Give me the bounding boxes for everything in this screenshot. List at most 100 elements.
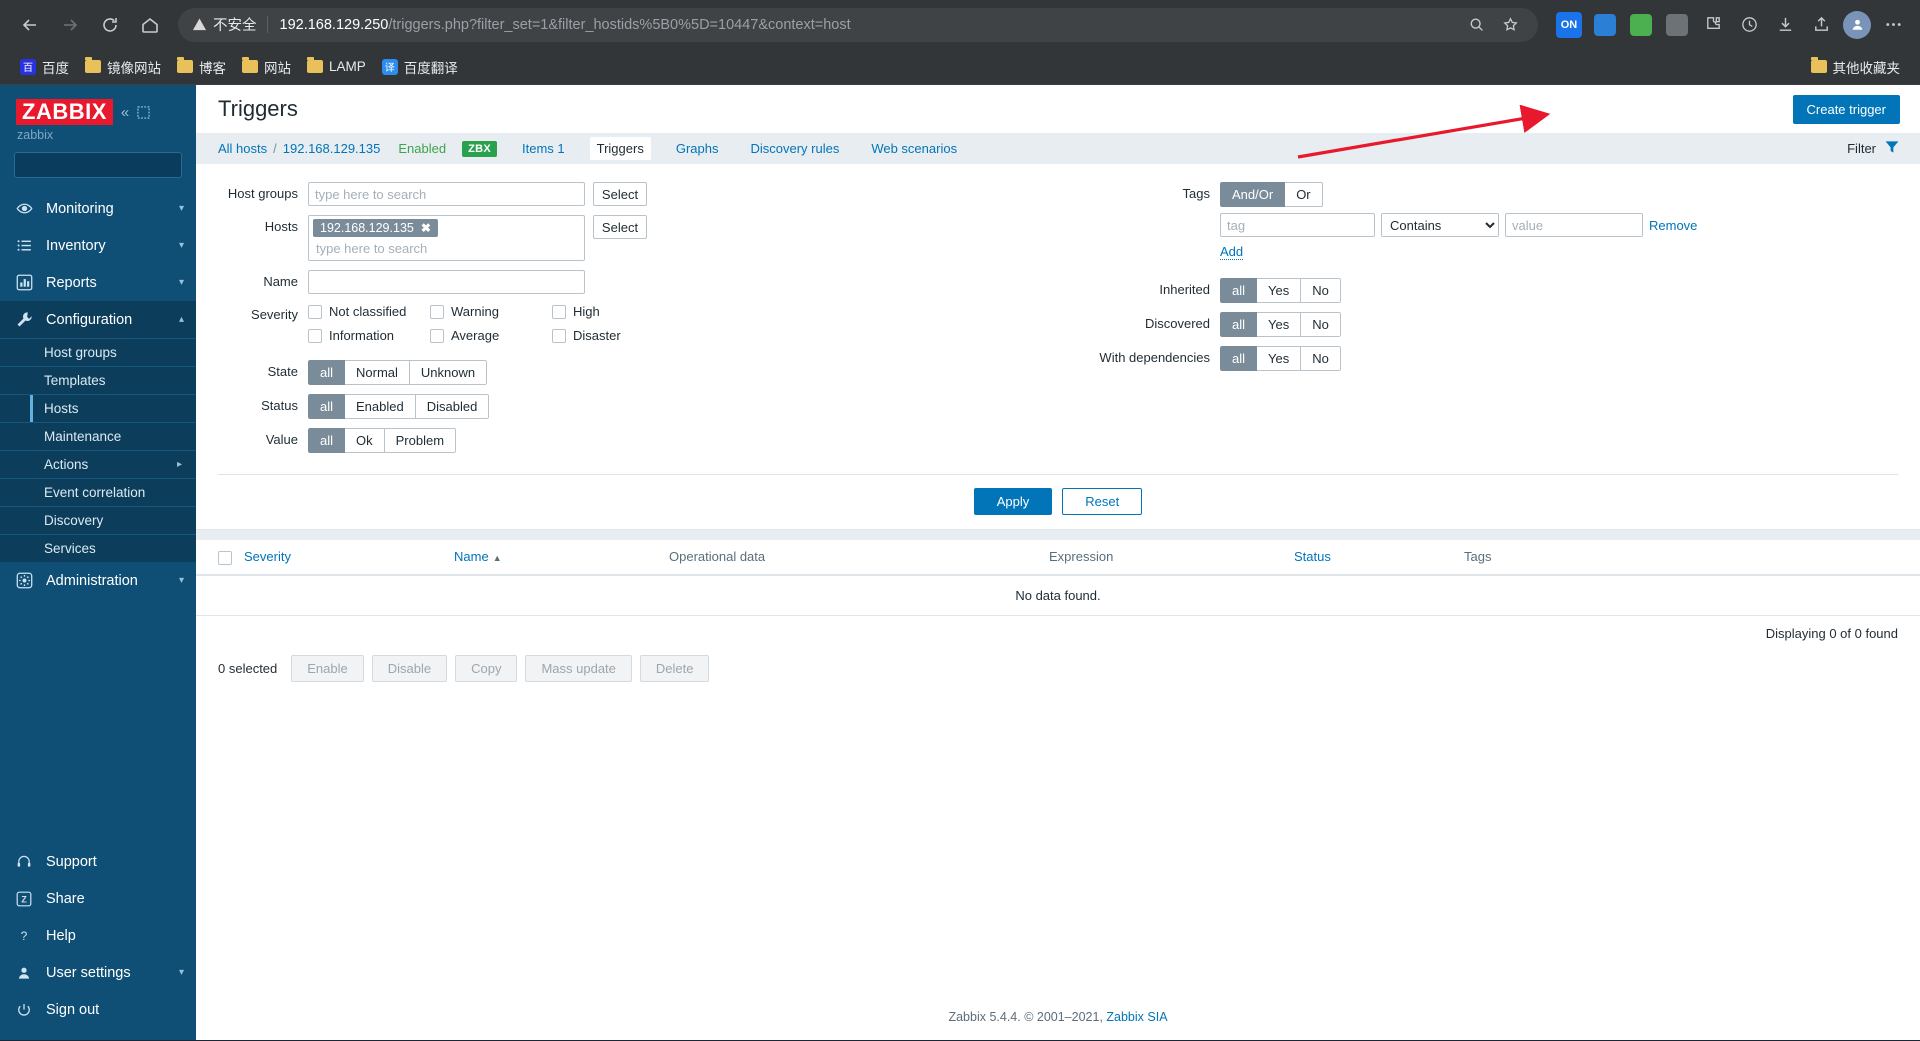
- tag-condition-select[interactable]: Contains Equals Does not contain Does no…: [1381, 213, 1499, 237]
- sidebar-item-configuration[interactable]: Configuration ▴: [0, 301, 196, 339]
- bookmark-item[interactable]: 博客: [169, 53, 234, 81]
- discovered-option-no[interactable]: No: [1301, 312, 1341, 337]
- state-option-all[interactable]: all: [308, 360, 346, 385]
- mass-update-button[interactable]: Mass update: [525, 654, 632, 682]
- checkbox[interactable]: [552, 305, 566, 319]
- back-button[interactable]: [10, 5, 50, 45]
- sidebar-item-help[interactable]: ? Help: [0, 917, 196, 954]
- search-input[interactable]: [14, 152, 215, 179]
- zabbix-logo[interactable]: ZABBIX: [16, 99, 113, 126]
- tab-triggers[interactable]: Triggers: [589, 137, 651, 160]
- extension-on-icon[interactable]: ON: [1552, 8, 1586, 42]
- state-option-unknown[interactable]: Unknown: [409, 360, 488, 385]
- delete-button[interactable]: Delete: [639, 654, 710, 682]
- select-all-checkbox[interactable]: [218, 550, 232, 565]
- extension-puzzle-icon[interactable]: [1696, 8, 1730, 42]
- status-option-all[interactable]: all: [308, 394, 346, 419]
- breadcrumb-host[interactable]: 192.168.129.135: [283, 141, 381, 156]
- breadcrumb-all-hosts[interactable]: All hosts: [218, 141, 267, 156]
- checkbox[interactable]: [308, 329, 322, 343]
- severity-high[interactable]: High: [552, 303, 674, 321]
- sidebar-item-services[interactable]: Services: [0, 534, 196, 563]
- sidebar-item-actions[interactable]: Actions ▸: [0, 450, 196, 479]
- filter-toggle[interactable]: Filter: [1847, 139, 1900, 158]
- discovered-option-yes[interactable]: Yes: [1257, 312, 1302, 337]
- close-icon[interactable]: ✖: [421, 221, 431, 235]
- host-groups-input[interactable]: [308, 182, 585, 206]
- tab-graphs[interactable]: Graphs: [669, 137, 726, 160]
- browser-menu-icon[interactable]: [1876, 8, 1910, 42]
- bookmark-item[interactable]: 镜像网站: [77, 53, 169, 81]
- extension-grey-icon[interactable]: [1660, 8, 1694, 42]
- collapse-sidebar-icon[interactable]: «: [121, 104, 129, 121]
- bookmark-item[interactable]: 译 百度翻译: [374, 53, 466, 81]
- forward-button[interactable]: [50, 5, 90, 45]
- severity-not-classified[interactable]: Not classified: [308, 303, 430, 321]
- reset-button[interactable]: Reset: [1062, 488, 1143, 515]
- footer-link[interactable]: Zabbix SIA: [1106, 1010, 1167, 1024]
- severity-warning[interactable]: Warning: [430, 303, 552, 321]
- with-dependencies-option-no[interactable]: No: [1301, 346, 1341, 371]
- with-dependencies-option-yes[interactable]: Yes: [1257, 346, 1302, 371]
- sidebar-item-hosts[interactable]: Hosts: [0, 394, 196, 423]
- sidebar-item-reports[interactable]: Reports ▾: [0, 264, 196, 301]
- sidebar-item-sign-out[interactable]: Sign out: [0, 991, 196, 1028]
- column-severity[interactable]: Severity: [238, 540, 448, 576]
- status-option-disabled[interactable]: Disabled: [415, 394, 490, 419]
- copy-button[interactable]: Copy: [455, 654, 518, 682]
- sidebar-item-host-groups[interactable]: Host groups: [0, 338, 196, 367]
- host-groups-select-button[interactable]: Select: [593, 182, 647, 206]
- tag-add-link[interactable]: Add: [1220, 244, 1244, 260]
- hosts-select-button[interactable]: Select: [593, 215, 647, 239]
- sidebar-item-event-correlation[interactable]: Event correlation: [0, 478, 196, 507]
- bookmark-item[interactable]: 百 百度: [12, 53, 77, 81]
- hide-sidebar-icon[interactable]: [137, 105, 150, 119]
- bookmark-star-icon[interactable]: [1496, 11, 1524, 39]
- profile-avatar[interactable]: [1840, 8, 1874, 42]
- value-option-all[interactable]: all: [308, 428, 346, 453]
- reload-button[interactable]: [90, 5, 130, 45]
- tag-remove-link[interactable]: Remove: [1649, 218, 1697, 233]
- sidebar-item-templates[interactable]: Templates: [0, 366, 196, 395]
- other-bookmarks[interactable]: 其他收藏夹: [1803, 53, 1909, 81]
- value-option-ok[interactable]: Ok: [345, 428, 385, 453]
- tag-value-input[interactable]: [1505, 213, 1643, 237]
- apply-button[interactable]: Apply: [973, 488, 1053, 515]
- extension-blue-icon[interactable]: [1588, 8, 1622, 42]
- host-chip[interactable]: 192.168.129.135 ✖: [313, 219, 438, 237]
- search-icon[interactable]: [1462, 11, 1490, 39]
- checkbox[interactable]: [552, 329, 566, 343]
- sidebar-item-administration[interactable]: Administration ▾: [0, 562, 196, 599]
- severity-average[interactable]: Average: [430, 327, 552, 345]
- tags-operator-andor[interactable]: And/Or: [1220, 182, 1286, 207]
- checkbox[interactable]: [430, 329, 444, 343]
- sidebar-item-maintenance[interactable]: Maintenance: [0, 422, 196, 451]
- create-trigger-button[interactable]: Create trigger: [1792, 94, 1900, 124]
- tab-web-scenarios[interactable]: Web scenarios: [864, 137, 964, 160]
- bookmark-item[interactable]: 网站: [234, 53, 299, 81]
- history-icon[interactable]: [1732, 8, 1766, 42]
- discovered-option-all[interactable]: all: [1220, 312, 1258, 337]
- state-option-normal[interactable]: Normal: [345, 360, 410, 385]
- sidebar-item-support[interactable]: Support: [0, 843, 196, 880]
- checkbox[interactable]: [308, 305, 322, 319]
- inherited-option-no[interactable]: No: [1301, 278, 1341, 303]
- tab-discovery-rules[interactable]: Discovery rules: [743, 137, 846, 160]
- value-option-problem[interactable]: Problem: [384, 428, 457, 453]
- status-option-enabled[interactable]: Enabled: [345, 394, 416, 419]
- checkbox[interactable]: [430, 305, 444, 319]
- sidebar-item-discovery[interactable]: Discovery: [0, 506, 196, 535]
- search-field[interactable]: [23, 156, 203, 174]
- address-bar[interactable]: 不安全 192.168.129.250/triggers.php?filter_…: [178, 7, 1538, 42]
- extension-green-icon[interactable]: [1624, 8, 1658, 42]
- enable-button[interactable]: Enable: [291, 654, 364, 682]
- inherited-option-all[interactable]: all: [1220, 278, 1258, 303]
- inherited-option-yes[interactable]: Yes: [1257, 278, 1302, 303]
- column-name[interactable]: Name ▲: [448, 540, 663, 576]
- sidebar-item-share[interactable]: Z Share: [0, 880, 196, 917]
- hosts-multiselect[interactable]: 192.168.129.135 ✖: [308, 215, 585, 261]
- download-icon[interactable]: [1768, 8, 1802, 42]
- column-status[interactable]: Status: [1288, 540, 1458, 576]
- hosts-input[interactable]: [313, 240, 580, 258]
- with-dependencies-option-all[interactable]: all: [1220, 346, 1258, 371]
